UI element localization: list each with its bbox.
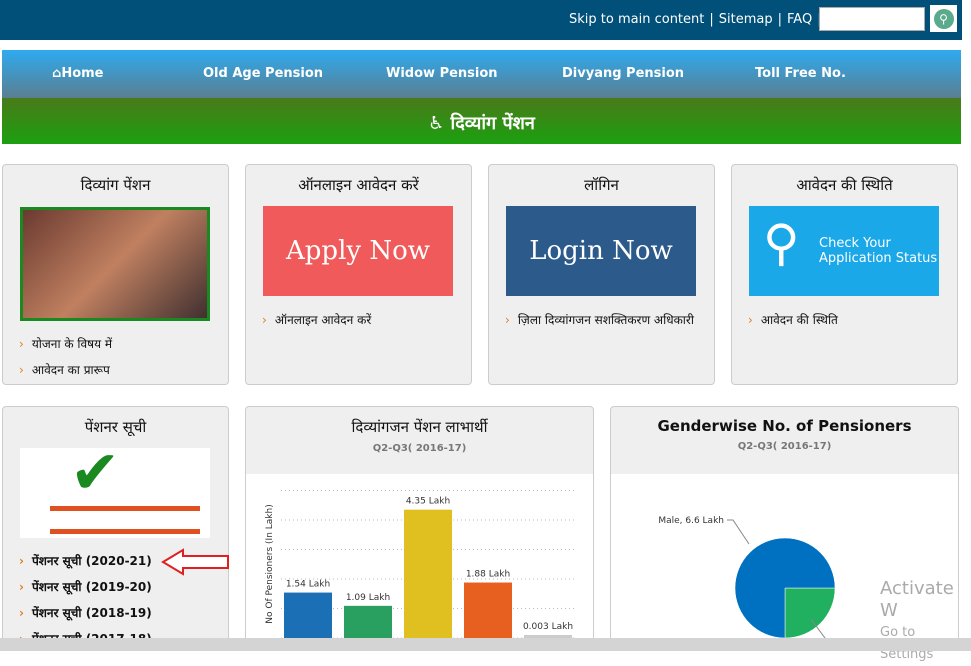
skip-link[interactable]: Skip to main content (569, 12, 704, 27)
nav-toll-free[interactable]: Toll Free No. (755, 66, 846, 81)
link-apply-online[interactable]: ऑनलाइन आवेदन करें (262, 311, 371, 328)
chart-subtitle: Q2-Q3( 2016-17) (372, 443, 467, 454)
apply-now-image[interactable]: Apply Now (263, 206, 453, 296)
pie-label-male: Male, 6.6 Lakh (658, 516, 724, 526)
nav-old-age-pension[interactable]: Old Age Pension (203, 66, 323, 81)
bar-data-label: 1.54 Lakh (286, 580, 330, 590)
arrow-annotation-icon (161, 548, 229, 576)
card-login: लॉगिन Login Now ज़िला दिव्यांगजन सशक्तिक… (488, 164, 715, 385)
link-about-scheme[interactable]: योजना के विषय में (19, 335, 112, 352)
horizontal-scrollbar[interactable] (0, 638, 971, 651)
check-status-image[interactable]: ⚲ Check Your Application Status (749, 206, 939, 296)
card-pensioner-list: पेंशनर सूची ✔ पेंशनर सूची (2020-21) पेंश… (2, 406, 229, 651)
nav-widow-pension[interactable]: Widow Pension (386, 66, 498, 81)
bar-data-label: 1.88 Lakh (466, 570, 510, 580)
checkmark-icon: ✔ (70, 438, 121, 508)
page-banner: ♿ दिव्यांग पेंशन (2, 98, 961, 144)
list-lines (50, 506, 200, 534)
activation-watermark: Activate W Go to Settings (880, 578, 971, 666)
search-input[interactable] (819, 7, 925, 31)
card-apply-online: ऑनलाइन आवेदन करें Apply Now ऑनलाइन आवेदन… (245, 164, 472, 385)
watermark-line: Activate W (880, 578, 954, 621)
separator: | (709, 12, 714, 27)
card-divyang-pension: दिव्यांग पेंशन योजना के विषय में आवेदन क… (2, 164, 229, 385)
page-title: दिव्यांग पेंशन (450, 113, 535, 134)
faq-link[interactable]: FAQ (787, 12, 812, 27)
nav-home[interactable]: ⌂Home (52, 66, 104, 81)
card-title: दिव्यांग पेंशन (80, 176, 151, 194)
wheelchair-icon: ♿ (428, 113, 445, 134)
magnifier-icon: ⚲ (763, 214, 800, 272)
chart-subtitle: Q2-Q3( 2016-17) (737, 441, 832, 452)
search-button[interactable]: ⚲ (930, 5, 957, 32)
chart-title: Genderwise No. of Pensioners (657, 417, 912, 435)
login-now-image[interactable]: Login Now (506, 206, 696, 296)
bar-data-label: 0.003 Lakh (523, 622, 573, 632)
card-title: लॉगिन (584, 176, 619, 194)
link-application-form[interactable]: आवेदन का प्रारूप (19, 361, 112, 378)
bar-chart: No Of Pensioners (In Lakh) 1.54 Lakh 1.09 … (246, 474, 593, 652)
card-title: आवेदन की स्थिति (796, 176, 893, 194)
card-title: ऑनलाइन आवेदन करें (298, 176, 419, 194)
card-application-status: आवेदन की स्थिति ⚲ Check Your Application … (731, 164, 958, 385)
nav-divyang-pension[interactable]: Divyang Pension (562, 66, 684, 81)
bar-data-label: 4.35 Lakh (406, 497, 450, 507)
separator: | (777, 12, 782, 27)
link-district-officer[interactable]: ज़िला दिव्यांगजन सशक्तिकरण अधिकारी (505, 311, 694, 328)
sitemap-link[interactable]: Sitemap (719, 12, 773, 27)
card-title: पेंशनर सूची (84, 418, 147, 436)
link-pensioner-2018-19[interactable]: पेंशनर सूची (2018-19) (19, 604, 152, 621)
nav-label: Home (61, 66, 104, 81)
bar (284, 592, 332, 638)
label-connector (727, 519, 750, 545)
scheme-photo (20, 207, 210, 321)
link-application-status[interactable]: आवेदन की स्थिति (748, 311, 838, 328)
bar-data-label: 1.09 Lakh (346, 593, 390, 603)
pie-slice (784, 587, 836, 639)
y-axis-label: No Of Pensioners (In Lakh) (265, 504, 275, 623)
card-beneficiary-chart: दिव्यांगजन पेंशन लाभार्थी Q2-Q3( 2016-17… (245, 406, 594, 652)
checklist-image: ✔ (20, 438, 210, 538)
bar (344, 605, 392, 638)
image-caption: Check Your Application Status (819, 236, 938, 266)
top-bar: Skip to main content| Sitemap| FAQ| A- A… (0, 0, 962, 40)
home-icon: ⌂ (52, 66, 62, 81)
bar (464, 582, 512, 638)
chart-title: दिव्यांगजन पेंशन लाभार्थी (351, 418, 488, 436)
search-icon: ⚲ (933, 8, 954, 29)
bar (404, 509, 452, 638)
link-pensioner-2020-21[interactable]: पेंशनर सूची (2020-21) (19, 552, 152, 569)
main-nav: ⌂Home Old Age Pension Widow Pension Divy… (2, 50, 961, 98)
link-pensioner-2019-20[interactable]: पेंशनर सूची (2019-20) (19, 578, 152, 595)
